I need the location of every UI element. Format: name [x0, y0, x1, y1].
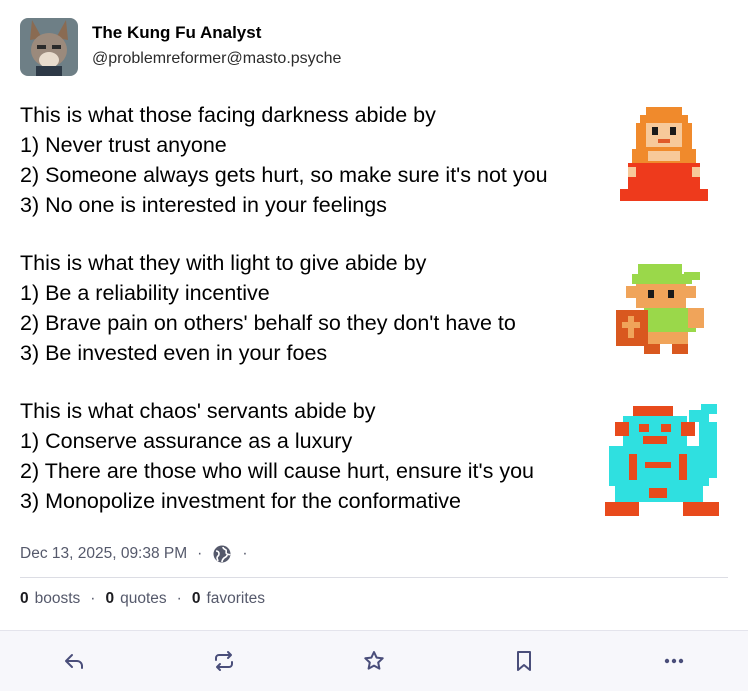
divider — [20, 577, 728, 578]
pixel-hero-sprite-icon — [616, 264, 704, 354]
globe-icon[interactable] — [212, 544, 232, 564]
bookmark-icon — [517, 651, 531, 671]
pixel-princess-sprite-icon — [620, 107, 708, 201]
meta-separator: · — [197, 545, 203, 562]
list-item: 3) No one is interested in your feelings — [20, 193, 387, 217]
pixel-villain-sprite-icon — [605, 404, 719, 516]
list-item: 3) Monopolize investment for the conform… — [20, 489, 461, 513]
list-item: 2) There are those who will cause hurt, … — [20, 459, 534, 483]
list-item: 2) Someone always gets hurt, so make sur… — [20, 163, 548, 187]
quotes-count: 0 — [105, 590, 115, 607]
paragraph-chaos: This is what chaos' servants abide by 1)… — [20, 396, 620, 516]
display-name[interactable]: The Kung Fu Analyst — [92, 22, 341, 44]
paragraph-light: This is what they with light to give abi… — [20, 248, 620, 368]
post-meta: Dec 13, 2025, 09:38 PM · · — [20, 543, 258, 565]
post-timestamp[interactable]: Dec 13, 2025, 09:38 PM — [20, 545, 187, 563]
paragraph-heading: This is what they with light to give abi… — [20, 251, 427, 275]
action-bar — [0, 630, 748, 691]
paragraph-darkness: This is what those facing darkness abide… — [20, 100, 620, 220]
reply-icon — [65, 654, 83, 669]
favorites-stat[interactable]: 0 favorites — [192, 590, 265, 608]
paragraph-heading: This is what those facing darkness abide… — [20, 103, 436, 127]
list-item: 1) Be a reliability incentive — [20, 281, 270, 305]
favorites-label: favorites — [206, 590, 266, 607]
fox-avatar-icon — [20, 18, 78, 76]
post-stats: 0 boosts · 0 quotes · 0 favorites — [20, 588, 265, 610]
boosts-count: 0 — [20, 590, 29, 607]
boost-button[interactable] — [210, 647, 238, 675]
meta-separator: · — [242, 545, 248, 562]
favorite-button[interactable] — [360, 647, 388, 675]
favorite-icon — [364, 651, 384, 670]
more-icon — [664, 658, 684, 664]
post-body: This is what those facing darkness abide… — [20, 100, 620, 544]
account-names: The Kung Fu Analyst @problemreformer@mas… — [92, 22, 341, 70]
boosts-label: boosts — [34, 590, 81, 607]
list-item: 1) Conserve assurance as a luxury — [20, 429, 353, 453]
avatar[interactable] — [20, 18, 78, 76]
bookmark-button[interactable] — [510, 647, 538, 675]
boosts-stat[interactable]: 0 boosts — [20, 590, 80, 608]
quotes-stat[interactable]: 0 quotes — [105, 590, 166, 608]
list-item: 2) Brave pain on others' behalf so they … — [20, 311, 516, 335]
list-item: 1) Never trust anyone — [20, 133, 227, 157]
list-item: 3) Be invested even in your foes — [20, 341, 328, 365]
stats-separator: · — [176, 590, 182, 607]
favorites-count: 0 — [191, 590, 201, 607]
stats-separator: · — [90, 590, 96, 607]
more-button[interactable] — [660, 647, 688, 675]
boost-icon — [215, 651, 233, 671]
quotes-label: quotes — [120, 590, 167, 607]
account-handle[interactable]: @problemreformer@masto.psyche — [92, 48, 341, 70]
post: The Kung Fu Analyst @problemreformer@mas… — [0, 0, 748, 691]
reply-button[interactable] — [60, 647, 88, 675]
paragraph-heading: This is what chaos' servants abide by — [20, 399, 376, 423]
post-header: The Kung Fu Analyst @problemreformer@mas… — [20, 18, 341, 76]
